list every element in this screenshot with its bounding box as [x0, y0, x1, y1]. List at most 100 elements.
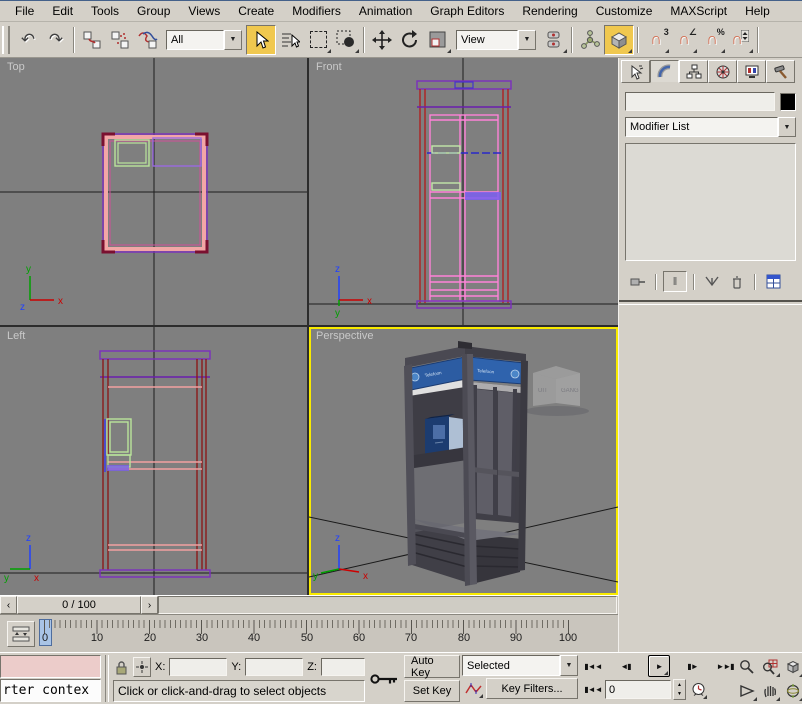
zoom-extents-button[interactable] — [782, 655, 802, 678]
select-and-move-button[interactable] — [368, 26, 396, 54]
object-color-swatch[interactable] — [780, 93, 796, 111]
mini-curve-editor-button[interactable] — [7, 621, 35, 647]
viewport-area: Top y x z Front — [0, 58, 618, 595]
previous-frame-button[interactable]: ◄▮ — [616, 656, 636, 676]
viewport-left[interactable]: Left — [0, 327, 307, 595]
x-coordinate-input[interactable] — [169, 658, 227, 676]
pan-button[interactable] — [759, 679, 781, 702]
default-tangents-button[interactable] — [462, 679, 484, 699]
next-frame-button[interactable]: ▮► — [683, 656, 703, 676]
menu-maxscript[interactable]: MAXScript — [661, 2, 736, 20]
menu-modifiers[interactable]: Modifiers — [283, 2, 350, 20]
viewport-front[interactable]: Front — [309, 58, 618, 325]
frame-spinner[interactable]: ▲▼ — [673, 679, 686, 700]
zoom-button[interactable] — [736, 655, 758, 678]
tab-modify[interactable] — [650, 60, 679, 83]
current-frame-input[interactable] — [605, 680, 671, 699]
menu-group[interactable]: Group — [128, 2, 179, 20]
selection-lock-toggle[interactable] — [113, 660, 129, 675]
macro-recorder-line[interactable] — [0, 655, 101, 678]
maxscript-mini-listener[interactable]: rter contex — [0, 655, 101, 702]
listener-line[interactable]: rter contex — [0, 679, 101, 702]
tab-create[interactable] — [621, 60, 650, 83]
next-frame-arrow[interactable]: › — [141, 596, 158, 614]
selection-filter-dropdown-arrow[interactable]: ▼ — [224, 30, 242, 50]
go-to-start-button[interactable]: ▮◄◄ — [583, 656, 603, 676]
menu-help[interactable]: Help — [736, 2, 779, 20]
absolute-offset-toggle[interactable] — [133, 657, 151, 677]
modifier-list-combo[interactable]: Modifier List ▼ — [625, 117, 796, 137]
make-unique-button[interactable] — [701, 272, 723, 291]
use-pivot-center-button[interactable] — [540, 26, 568, 54]
menu-edit[interactable]: Edit — [43, 2, 82, 20]
redo-button[interactable]: ↷ — [42, 26, 70, 54]
clock-icon — [691, 682, 706, 697]
spinner-snap-button[interactable]: ∩ — [726, 26, 754, 54]
arc-rotate-button[interactable] — [782, 679, 802, 702]
zoom-all-button[interactable] — [759, 655, 781, 678]
modifier-list-dropdown-arrow[interactable]: ▼ — [778, 117, 796, 137]
menu-views[interactable]: Views — [179, 2, 229, 20]
key-filter-scope-combo[interactable]: Selected ▼ — [462, 655, 578, 676]
select-by-name-button[interactable] — [276, 26, 304, 54]
tab-display[interactable] — [737, 60, 766, 83]
go-to-end-button[interactable]: ►►▮ — [715, 656, 735, 676]
auto-key-button[interactable]: Auto Key — [404, 655, 460, 678]
pin-stack-button[interactable] — [627, 272, 649, 291]
bind-to-spacewarp-button[interactable] — [134, 26, 162, 54]
toolbar-separator — [363, 27, 365, 53]
selection-filter-combo[interactable]: All ▼ — [166, 30, 242, 50]
select-and-scale-button[interactable] — [424, 26, 452, 54]
modifier-list-value: Modifier List — [625, 117, 778, 137]
snaps-toggle-button[interactable] — [604, 25, 634, 55]
key-mode-toggle[interactable]: ▮◄◄ — [583, 680, 603, 700]
configure-modifier-sets-button[interactable] — [762, 272, 784, 291]
select-and-rotate-button[interactable] — [396, 26, 424, 54]
menu-tools[interactable]: Tools — [82, 2, 128, 20]
remove-modifier-button[interactable] — [726, 272, 748, 291]
tab-hierarchy[interactable] — [679, 60, 708, 83]
zoom-icon — [739, 659, 755, 675]
tab-motion[interactable] — [708, 60, 737, 83]
snap-toggle-3d-button[interactable]: ∩3 — [642, 26, 670, 54]
time-slider-thumb[interactable]: 0 / 100 — [17, 596, 141, 614]
set-keys-button[interactable] — [367, 656, 401, 701]
time-slider-track[interactable] — [158, 596, 617, 614]
y-coordinate-input[interactable] — [245, 658, 303, 676]
tab-utilities[interactable] — [766, 60, 795, 83]
unlink-selection-button[interactable] — [106, 26, 134, 54]
set-key-button[interactable]: Set Key — [404, 680, 460, 702]
previous-frame-arrow[interactable]: ‹ — [0, 596, 17, 614]
menu-file[interactable]: File — [6, 2, 43, 20]
play-button[interactable]: ► — [648, 655, 670, 677]
select-object-button[interactable] — [246, 25, 276, 55]
undo-button[interactable]: ↶ — [14, 26, 42, 54]
viewport-perspective[interactable]: Perspective UIT GANG — [309, 327, 618, 595]
key-scope-dropdown-arrow[interactable]: ▼ — [560, 655, 578, 676]
menu-graph-editors[interactable]: Graph Editors — [421, 2, 513, 20]
select-and-link-button[interactable] — [78, 26, 106, 54]
reference-coordinate-combo[interactable]: View ▼ — [456, 30, 536, 50]
coordinate-dropdown-arrow[interactable]: ▼ — [518, 30, 536, 50]
menu-animation[interactable]: Animation — [350, 2, 421, 20]
track-bar-ruler[interactable]: 0 10 20 30 40 50 60 70 80 90 100 — [38, 619, 614, 649]
angle-snap-button[interactable]: ∩∠ — [670, 26, 698, 54]
menu-customize[interactable]: Customize — [587, 2, 662, 20]
percent-snap-button[interactable]: ∩% — [698, 26, 726, 54]
show-end-result-button[interactable]: ‖ — [663, 271, 687, 292]
x-coordinate-label: X: — [155, 661, 165, 673]
toolbar-grip[interactable] — [2, 26, 10, 54]
select-and-manipulate-button[interactable] — [576, 26, 604, 54]
svg-text:UIT: UIT — [538, 388, 548, 394]
viewport-top[interactable]: Top y x z — [0, 58, 307, 325]
menu-create[interactable]: Create — [229, 2, 283, 20]
field-of-view-button[interactable] — [736, 679, 758, 702]
selection-region-button[interactable] — [304, 26, 332, 54]
modifier-stack-list[interactable] — [625, 143, 796, 261]
time-configuration-button[interactable] — [688, 680, 708, 700]
object-name-input[interactable] — [625, 92, 775, 111]
key-filters-button[interactable]: Key Filters... — [486, 678, 578, 699]
menu-rendering[interactable]: Rendering — [513, 2, 586, 20]
window-crossing-toggle[interactable] — [332, 26, 360, 54]
z-coordinate-input[interactable] — [321, 658, 365, 676]
